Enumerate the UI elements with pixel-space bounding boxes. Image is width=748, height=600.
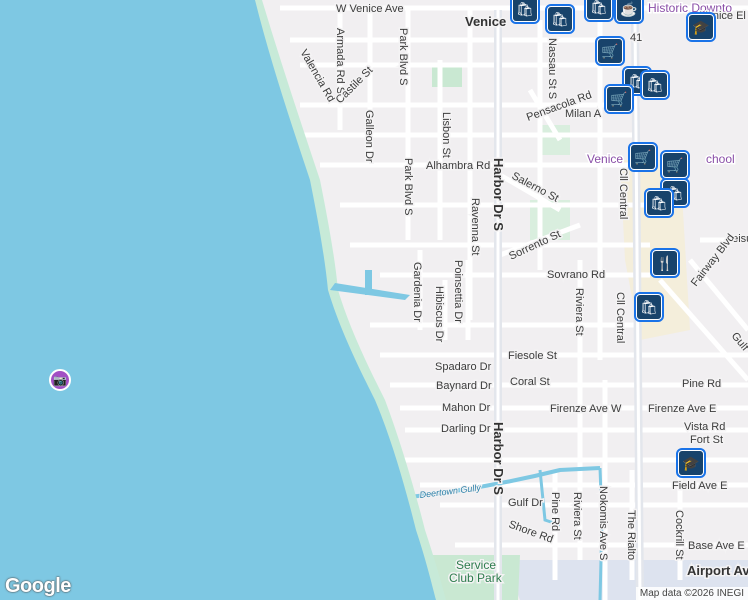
coffee-icon: ☕	[617, 0, 641, 21]
base-ave-label: Base Ave E	[688, 540, 745, 552]
nassau-st-label: Nassau St S	[546, 38, 558, 99]
cll-central-south-label: Cll Central	[614, 292, 626, 343]
restaurant-icon: 🍴	[653, 251, 677, 275]
service-club-park-label-line2: Club Park	[449, 571, 503, 585]
gulf-dr-south-label: Gulf Dr	[508, 497, 543, 509]
shopping-bag-icon: 🛍	[587, 0, 611, 19]
venice-label: Venice	[465, 14, 506, 29]
school-suffix-label: chool	[706, 152, 735, 166]
shopping-bag-icon: 🛍	[513, 0, 537, 21]
poi-pin[interactable]: 🎓	[676, 448, 706, 478]
shopping-cart-icon: 🛒	[663, 153, 687, 177]
poi-pin[interactable]: 🛍	[545, 4, 575, 34]
the-rialto-label: The Rialto	[625, 510, 637, 560]
shopping-bag-icon: 🛍	[548, 7, 572, 31]
darling-dr-label: Darling Dr	[441, 423, 491, 435]
w-venice-ave-label: W Venice Ave	[336, 3, 404, 15]
baynard-dr-label: Baynard Dr	[436, 380, 492, 392]
park-blvd-s-north-label: Park Blvd S	[397, 28, 409, 85]
gardenia-dr-label: Gardenia Dr	[411, 262, 423, 322]
ravenna-st-label: Ravenna St	[469, 198, 481, 255]
shopping-bag-icon: 🛍	[647, 191, 671, 215]
poi-pin[interactable]: 🛒	[595, 36, 625, 66]
map-attribution[interactable]: Map data ©2026 INEGI	[635, 587, 748, 600]
google-logo: Google	[5, 575, 71, 597]
route-41-label: 41	[630, 32, 642, 44]
shopping-cart-icon: 🛒	[598, 39, 622, 63]
firenze-ave-e-label: Firenze Ave E	[648, 403, 716, 415]
sovrano-rd-label: Sovrano Rd	[547, 269, 605, 281]
coral-st-label: Coral St	[510, 376, 550, 388]
shopping-cart-icon: 🛒	[607, 87, 631, 111]
hibiscus-dr-label: Hibiscus Dr	[433, 286, 445, 343]
poi-pin[interactable]: 🍴	[650, 248, 680, 278]
poi-pin[interactable]: 🛒	[660, 150, 690, 180]
venice-school-label: Venice	[587, 152, 623, 166]
poi-pin[interactable]: 🛍	[634, 292, 664, 322]
poi-pin[interactable]: 🛍	[644, 188, 674, 218]
poi-pin[interactable]: 🎓	[686, 12, 716, 42]
park-area	[432, 67, 462, 87]
airport-ave-label: Airport Ave	[687, 563, 748, 578]
park-blvd-s-south-label: Park Blvd S	[402, 158, 414, 215]
poinsettia-dr-label: Poinsettia Dr	[452, 260, 464, 323]
alhambra-rd-label: Alhambra Rd	[426, 160, 490, 172]
poi-pin[interactable]: 🛒	[604, 84, 634, 114]
poi-pin[interactable]: 🛍	[510, 0, 540, 24]
mahon-dr-label: Mahon Dr	[442, 402, 491, 414]
armada-rd-label: Armada Rd S	[334, 28, 346, 94]
riviera-st-south-label: Riviera St	[571, 492, 583, 540]
riviera-st-north-label: Riviera St	[573, 288, 585, 336]
shopping-bag-icon: 🛍	[637, 295, 661, 319]
fiesole-st-label: Fiesole St	[508, 350, 557, 362]
harbor-dr-north-label: Harbor Dr S	[491, 158, 506, 231]
poi-pin[interactable]: 🛍	[640, 70, 670, 100]
spadaro-dr-label: Spadaro Dr	[435, 361, 492, 373]
service-club-park-label-line1: Service	[456, 558, 496, 572]
pine-rd-label: Pine Rd	[682, 378, 721, 390]
milan-ave-label: Milan A	[565, 108, 602, 120]
lisbon-st-label: Lisbon St	[440, 112, 452, 158]
school-icon: 🎓	[679, 451, 703, 475]
photo-poi-marker[interactable]: 📷	[49, 369, 71, 391]
harbor-dr-south-label: Harbor Dr S	[491, 422, 506, 495]
fort-st-label: Fort St	[690, 434, 723, 446]
firenze-ave-w-label: Firenze Ave W	[550, 403, 622, 415]
school-icon: 🎓	[689, 15, 713, 39]
shopping-cart-icon: 🛒	[631, 145, 655, 169]
poi-pin[interactable]: ☕	[614, 0, 644, 24]
pine-rd-south-label: Pine Rd	[549, 492, 561, 531]
galleon-dr-label: Galleon Dr	[363, 110, 375, 163]
field-ave-label: Field Ave E	[672, 480, 727, 492]
cockrill-st-label: Cockrill St	[673, 510, 685, 560]
poi-pin[interactable]: 🛒	[628, 142, 658, 172]
camera-icon: 📷	[53, 374, 67, 387]
cll-central-north-label: Cll Central	[617, 168, 629, 219]
nokomis-ave-label: Nokomis Ave S	[597, 486, 609, 560]
vista-rd-label: Vista Rd	[684, 421, 725, 433]
shopping-bag-icon: 🛍	[643, 73, 667, 97]
poi-pin[interactable]: 🛍	[584, 0, 614, 22]
